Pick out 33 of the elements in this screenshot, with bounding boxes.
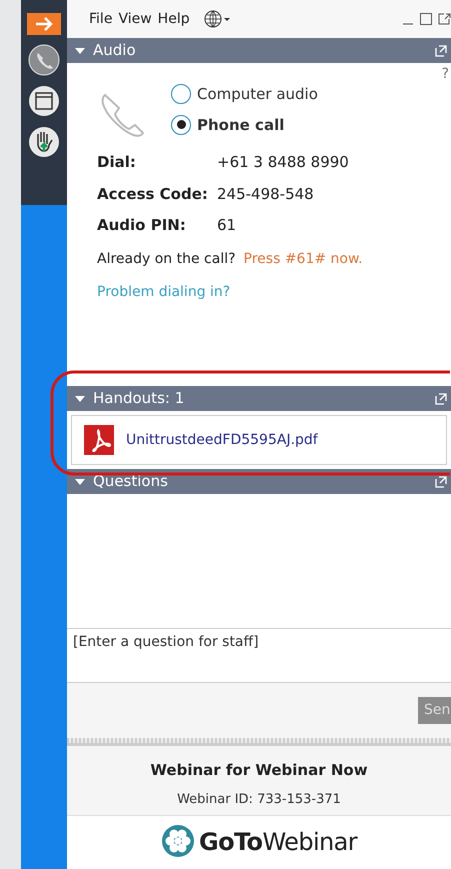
pdf-icon (84, 425, 114, 455)
window-icon[interactable] (28, 85, 60, 117)
detail-value: 245-498-548 (217, 184, 315, 204)
detail-value: 61 (217, 215, 238, 236)
menu-item[interactable]: Help (158, 8, 190, 30)
phone-icon[interactable] (28, 44, 60, 76)
section-title: Questions (93, 471, 169, 492)
splitter-handle[interactable] (67, 738, 451, 746)
webinar-id: Webinar ID: 733-153-371 (177, 790, 341, 808)
press-hint: Press #61# now. (244, 250, 363, 268)
radio-option[interactable]: Computer audio (171, 83, 318, 106)
globe-icon[interactable] (204, 10, 232, 28)
flower-icon (160, 824, 195, 858)
call-question: Already on the call? (97, 250, 236, 268)
detail-label: Access Code: (97, 184, 209, 204)
help-icon[interactable]: ? (442, 64, 449, 85)
detail-value: +61 3 8488 8990 (217, 152, 350, 173)
section-title: Handouts: 1 (93, 388, 186, 410)
detail-label: Audio PIN: (97, 215, 187, 236)
detail-label: Dial: (97, 152, 137, 173)
maximize-icon[interactable] (420, 13, 432, 25)
collapse-icon[interactable] (75, 394, 85, 402)
section-title: Audio (93, 40, 137, 62)
logo-text: GoToWebinar (198, 827, 358, 858)
handout-link[interactable]: UnittrustdeedFD5595AJ.pdf (71, 415, 447, 465)
collapse-icon[interactable] (75, 46, 85, 54)
webinar-title: Webinar for Webinar Now (150, 760, 368, 781)
hand-icon[interactable] (28, 126, 60, 158)
menu-item[interactable]: View (118, 8, 152, 30)
collapse-icon[interactable] (75, 478, 85, 486)
radio-option[interactable]: Phone call (171, 114, 318, 136)
menu-item[interactable]: File (89, 8, 112, 30)
popout-icon[interactable] (438, 13, 451, 25)
